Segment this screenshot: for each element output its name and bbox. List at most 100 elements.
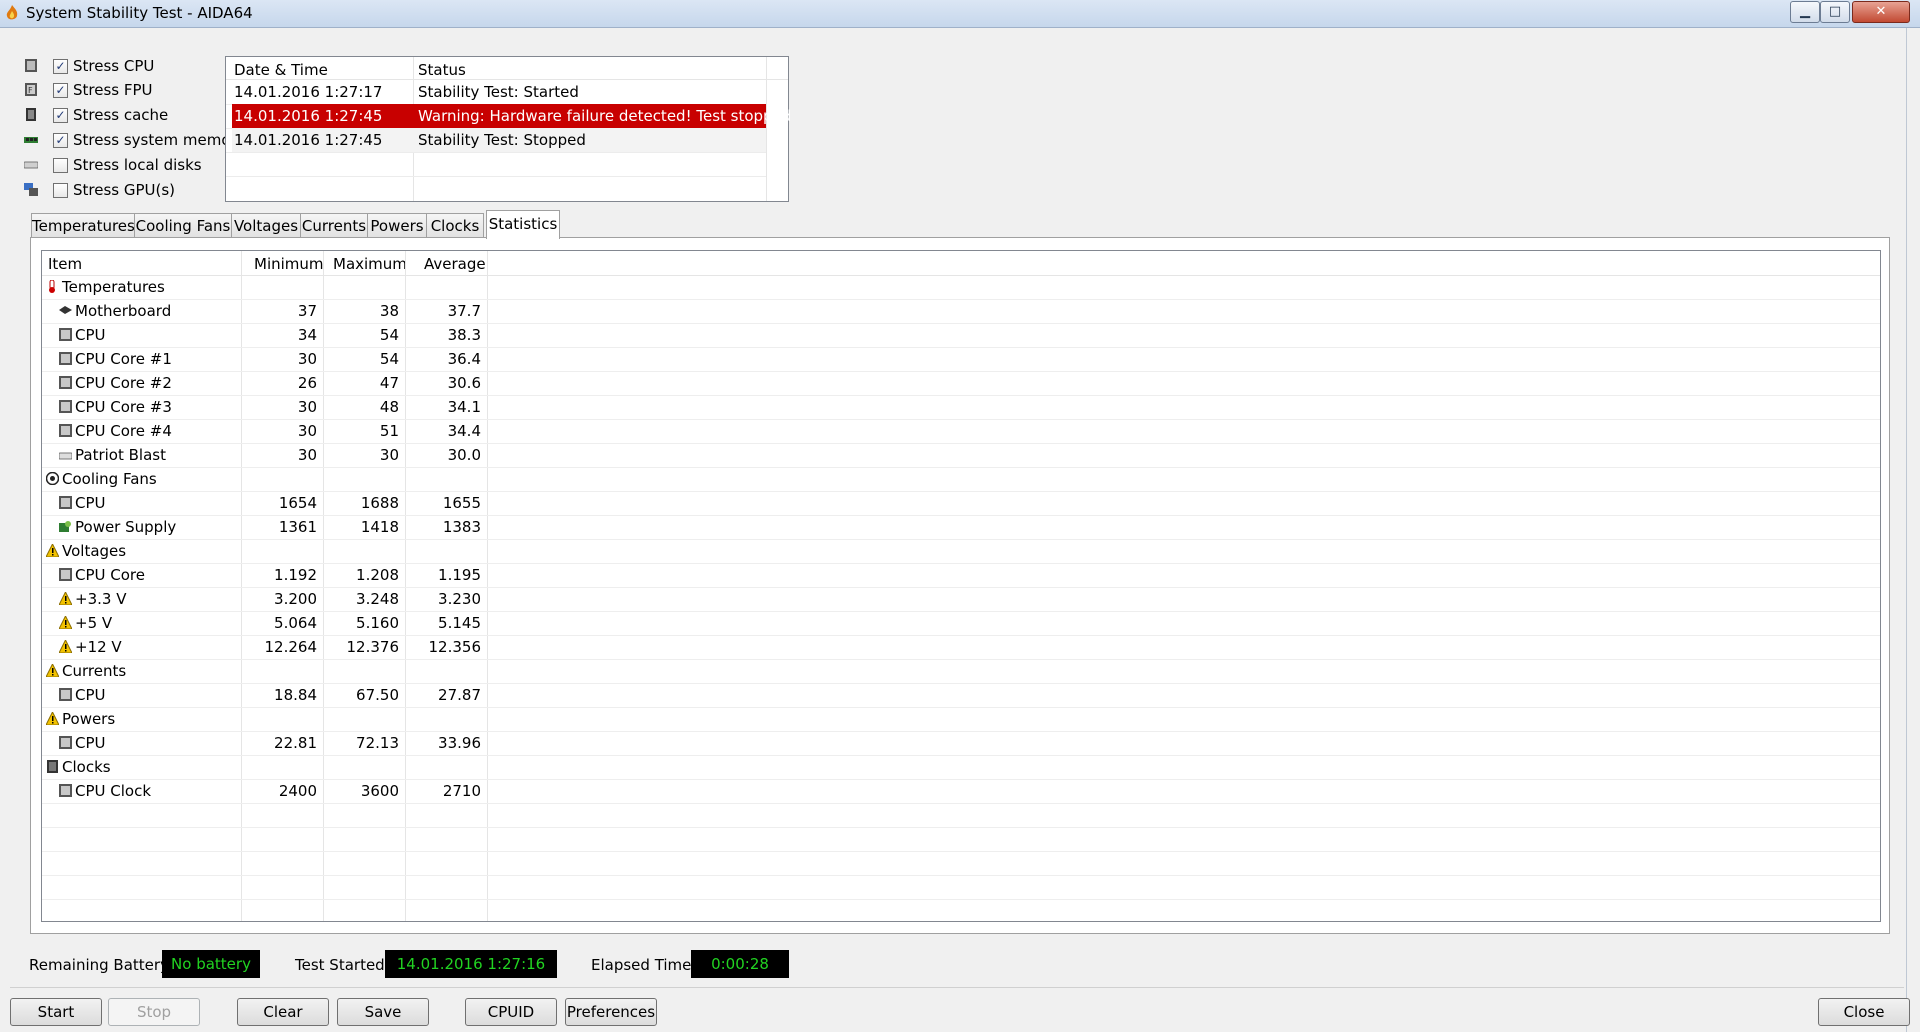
elapsed-time-value: 0:00:28: [691, 950, 789, 978]
minimum-value: 30: [297, 350, 317, 368]
statistics-header: Item Minimum Maximum Average: [42, 251, 1880, 276]
group-row[interactable]: Cooling Fans: [42, 467, 1880, 492]
stress-cache-checkbox[interactable]: ✓: [53, 108, 68, 123]
table-row[interactable]: Patriot Blast 30 30 30.0: [42, 443, 1880, 468]
maximum-value: 1688: [360, 494, 399, 512]
table-row[interactable]: CPU Core #3 30 48 34.1: [42, 395, 1880, 420]
log-datetime: 14.01.2016 1:27:17: [234, 83, 383, 101]
table-row[interactable]: CPU Core #1 30 54 36.4: [42, 347, 1880, 372]
minimum-value: 1654: [278, 494, 317, 512]
minimum-value: 30: [297, 422, 317, 440]
maximum-value: 3.248: [356, 590, 399, 608]
group-row[interactable]: Clocks: [42, 755, 1880, 780]
chip-icon: [59, 376, 72, 389]
table-row[interactable]: +12 V 12.264 12.376 12.356: [42, 635, 1880, 660]
group-row[interactable]: Currents: [42, 659, 1880, 684]
item-label: Patriot Blast: [75, 446, 166, 464]
warning-icon: [59, 616, 72, 629]
close-window-button[interactable]: ✕: [1852, 1, 1910, 23]
maximum-value: 38: [379, 302, 399, 320]
table-row[interactable]: CPU 1654 1688 1655: [42, 491, 1880, 516]
stress-cpu-option[interactable]: ✓ Stress CPU: [24, 56, 224, 78]
maximum-value: 1418: [360, 518, 399, 536]
clear-button[interactable]: Clear: [237, 998, 329, 1026]
maximum-value: 47: [379, 374, 399, 392]
table-row[interactable]: CPU 18.84 67.50 27.87: [42, 683, 1880, 708]
test-started-label: Test Started:: [295, 956, 390, 974]
log-row[interactable]: 14.01.2016 1:27:17 Stability Test: Start…: [232, 80, 766, 104]
table-row[interactable]: CPU Clock 2400 3600 2710: [42, 779, 1880, 804]
log-row-alert[interactable]: 14.01.2016 1:27:45 Warning: Hardware fai…: [232, 104, 791, 128]
cpuid-button[interactable]: CPUID: [465, 998, 557, 1026]
maximum-value: 30: [379, 446, 399, 464]
event-log-table[interactable]: Date & Time Status 14.01.2016 1:27:17 St…: [225, 56, 791, 202]
log-header: Date & Time Status: [226, 57, 788, 80]
table-row[interactable]: CPU Core #2 26 47 30.6: [42, 371, 1880, 396]
group-row[interactable]: Powers: [42, 707, 1880, 732]
table-row[interactable]: CPU Core #4 30 51 34.4: [42, 419, 1880, 444]
chip-icon: [59, 328, 72, 341]
stress-disks-checkbox[interactable]: [53, 158, 68, 173]
stress-gpu-option[interactable]: Stress GPU(s): [24, 180, 224, 202]
stop-button[interactable]: Stop: [108, 998, 200, 1026]
stress-disks-option[interactable]: Stress local disks: [24, 155, 224, 177]
tab-statistics[interactable]: Statistics: [486, 210, 560, 239]
table-row[interactable]: CPU Core 1.192 1.208 1.195: [42, 563, 1880, 588]
table-row[interactable]: CPU 22.81 72.13 33.96: [42, 731, 1880, 756]
tab-currents[interactable]: Currents: [300, 213, 368, 238]
minimum-value: 1361: [278, 518, 317, 536]
tab-voltages[interactable]: Voltages: [231, 213, 301, 238]
stress-memory-checkbox[interactable]: ✓: [53, 133, 68, 148]
group-label: Temperatures: [62, 278, 165, 296]
close-button[interactable]: Close: [1818, 998, 1910, 1026]
stress-memory-option[interactable]: ✓ Stress system memory: [24, 130, 246, 152]
statistics-table[interactable]: Item Minimum Maximum Average Temperature…: [41, 250, 1881, 922]
group-row[interactable]: Temperatures: [42, 275, 1880, 300]
average-value: 1.195: [438, 566, 481, 584]
start-button[interactable]: Start: [10, 998, 102, 1026]
average-value: 37.7: [447, 302, 481, 320]
fan-icon: [46, 472, 59, 485]
chip-icon: [59, 568, 72, 581]
disk-icon: [24, 161, 38, 169]
minimize-button[interactable]: ▁: [1790, 1, 1820, 23]
stress-cpu-checkbox[interactable]: ✓: [53, 59, 68, 74]
maximize-button[interactable]: □: [1820, 1, 1850, 23]
preferences-button[interactable]: Preferences: [565, 998, 657, 1026]
title-bar: System Stability Test - AIDA64 ▁ □ ✕: [0, 0, 1920, 28]
average-value: 38.3: [447, 326, 481, 344]
stress-cache-option[interactable]: ✓ Stress cache: [24, 105, 224, 127]
item-label: +5 V: [75, 614, 113, 632]
tab-powers[interactable]: Powers: [367, 213, 427, 238]
window-title: System Stability Test - AIDA64: [26, 4, 253, 22]
header-maximum: Maximum: [333, 255, 407, 273]
chip-icon: [59, 736, 72, 749]
minimum-value: 30: [297, 446, 317, 464]
header-average: Average: [424, 255, 486, 273]
empty-row: [42, 827, 1880, 852]
group-row[interactable]: Voltages: [42, 539, 1880, 564]
save-button[interactable]: Save: [337, 998, 429, 1026]
stress-gpu-checkbox[interactable]: [53, 183, 68, 198]
test-started-value: 14.01.2016 1:27:16: [385, 950, 557, 978]
motherboard-icon: [59, 306, 72, 314]
table-row[interactable]: Power Supply 1361 1418 1383: [42, 515, 1880, 540]
stress-fpu-checkbox[interactable]: ✓: [53, 83, 68, 98]
table-row[interactable]: Motherboard 37 38 37.7: [42, 299, 1880, 324]
item-label: CPU: [75, 734, 106, 752]
stress-fpu-option[interactable]: F ✓ Stress FPU: [24, 80, 224, 102]
minimum-value: 18.84: [274, 686, 317, 704]
maximum-value: 67.50: [356, 686, 399, 704]
tab-clocks[interactable]: Clocks: [426, 213, 484, 238]
maximum-value: 5.160: [356, 614, 399, 632]
item-label: CPU Core: [75, 566, 145, 584]
thermometer-icon: [49, 280, 55, 293]
stress-cache-label: Stress cache: [73, 106, 169, 124]
table-row[interactable]: +3.3 V 3.200 3.248 3.230: [42, 587, 1880, 612]
tab-cooling-fans[interactable]: Cooling Fans: [134, 213, 232, 238]
tab-temperatures[interactable]: Temperatures: [31, 213, 135, 238]
log-column-divider: [766, 57, 767, 201]
table-row[interactable]: +5 V 5.064 5.160 5.145: [42, 611, 1880, 636]
table-row[interactable]: CPU 34 54 38.3: [42, 323, 1880, 348]
log-row[interactable]: 14.01.2016 1:27:45 Stability Test: Stopp…: [232, 128, 766, 152]
